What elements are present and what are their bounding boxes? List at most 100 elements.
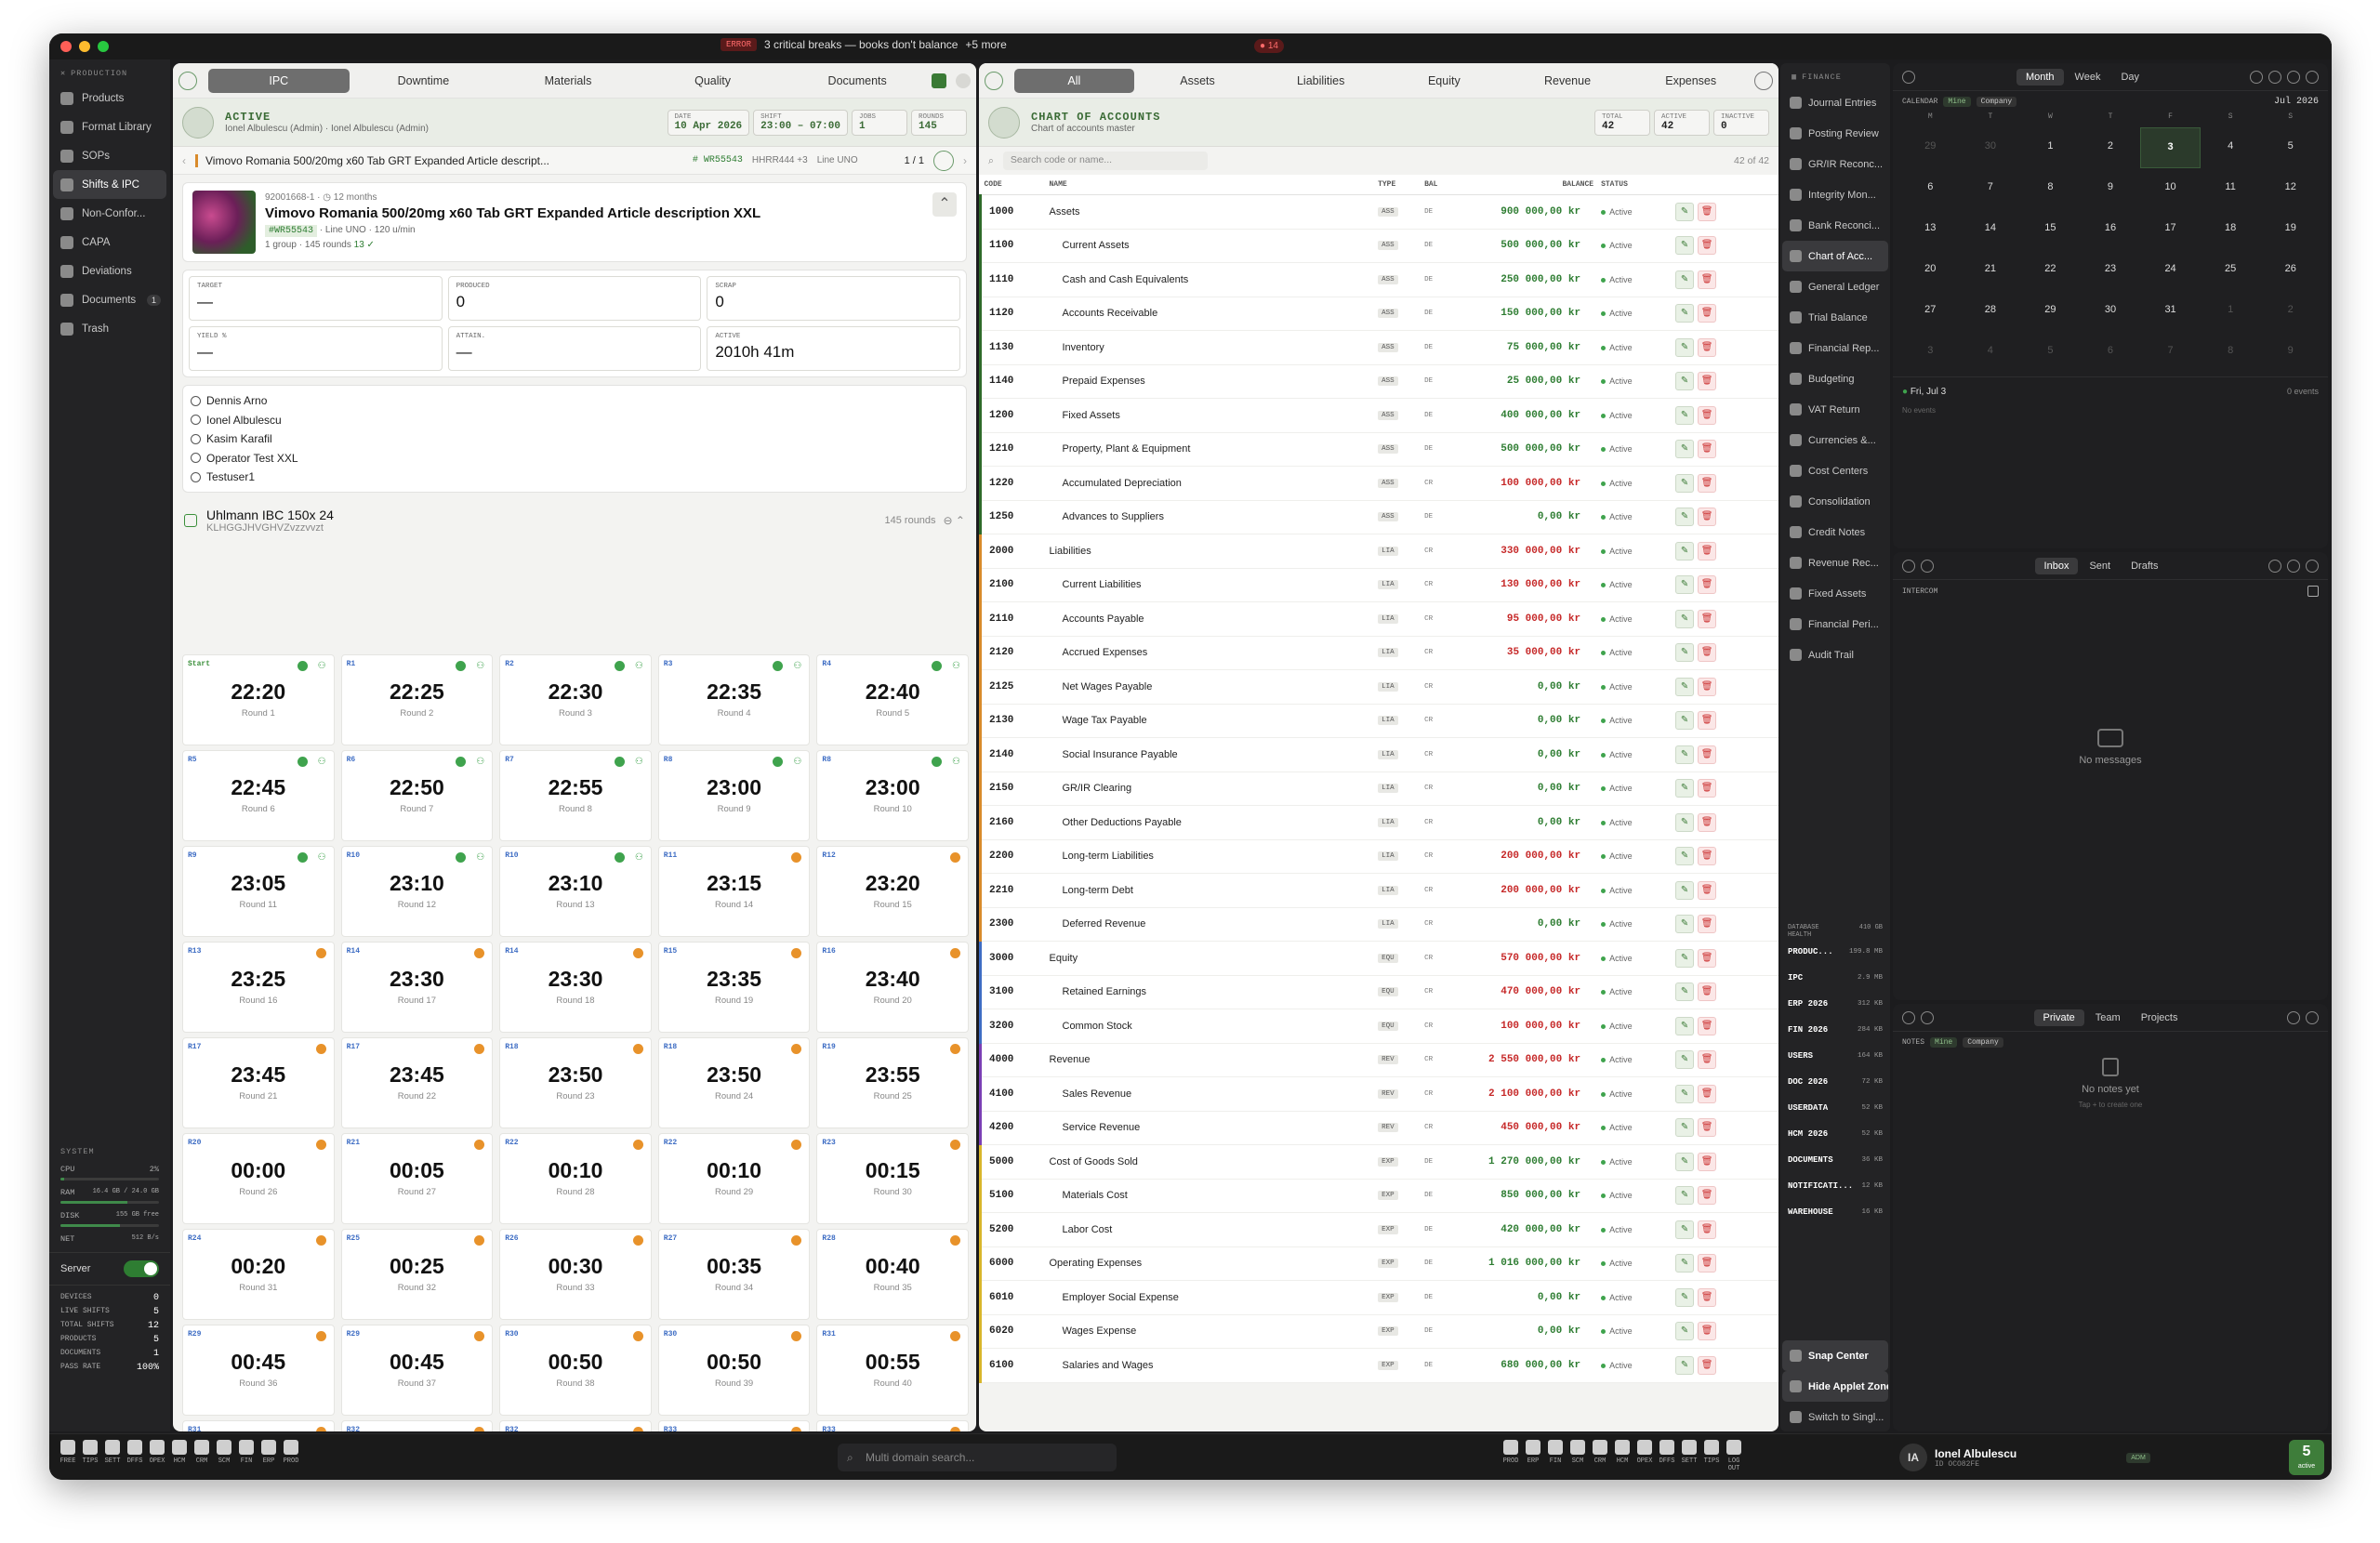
- tab-documents[interactable]: Documents: [787, 69, 928, 93]
- calendar-day[interactable]: 13: [1900, 209, 1961, 250]
- edit-icon[interactable]: ✎: [1675, 304, 1695, 323]
- edit-icon[interactable]: ✎: [1675, 1254, 1695, 1273]
- dock-item-log-out[interactable]: LOG OUT: [1721, 1440, 1747, 1472]
- table-row[interactable]: 1210 Property, Plant & Equipment ASS DE 500 …: [979, 432, 1778, 467]
- round-cell[interactable]: R24 00:20 Round 31: [182, 1229, 335, 1320]
- round-cell[interactable]: R22 00:10 Round 29: [657, 1133, 811, 1224]
- round-cell[interactable]: R3301:05Round 45: [816, 1420, 969, 1431]
- round-cell[interactable]: R16 23:40 Round 20: [816, 942, 969, 1033]
- delete-icon[interactable]: 🗑: [1698, 508, 1717, 527]
- calendar-day[interactable]: 6: [2081, 332, 2141, 373]
- round-cell[interactable]: R1 ⚇ 22:25 Round 2: [340, 654, 494, 745]
- delete-icon[interactable]: 🗑: [1698, 1220, 1717, 1239]
- table-row[interactable]: 6100 Salaries and Wages EXP DE 680 000,00 kr…: [979, 1348, 1778, 1383]
- delete-icon[interactable]: 🗑: [1698, 1186, 1717, 1206]
- round-cell[interactable]: R18 23:50 Round 24: [657, 1037, 811, 1128]
- round-cell[interactable]: R7 ⚇ 22:55 Round 8: [499, 750, 652, 841]
- table-row[interactable]: 6000 Operating Expenses EXP DE 1 016 000,00 …: [979, 1246, 1778, 1281]
- round-cell[interactable]: R29 00:45 Round 37: [340, 1325, 494, 1416]
- excel-icon[interactable]: [932, 73, 946, 88]
- sidebar-action-1[interactable]: Hide Applet Zone: [1782, 1371, 1888, 1402]
- calendar-day[interactable]: 3: [2140, 127, 2201, 168]
- edit-icon[interactable]: ✎: [1675, 1152, 1695, 1171]
- edit-icon[interactable]: ✎: [1675, 643, 1695, 663]
- calendar-day[interactable]: 14: [1961, 209, 2021, 250]
- more-icon[interactable]: [2306, 559, 2319, 573]
- calendar-day[interactable]: 7: [1961, 168, 2021, 209]
- calendar-day[interactable]: 6: [1900, 168, 1961, 209]
- round-cell[interactable]: R3100:55Round 41: [182, 1420, 335, 1431]
- prev-arrow-icon[interactable]: ‹: [182, 154, 186, 167]
- calendar-day[interactable]: 10: [2140, 168, 2201, 209]
- sidebar-item-0[interactable]: Products: [53, 84, 166, 112]
- round-cell[interactable]: R20 00:00 Round 26: [182, 1133, 335, 1224]
- round-cell[interactable]: R27 00:35 Round 34: [657, 1229, 811, 1320]
- view-private[interactable]: Private: [2033, 1009, 2084, 1026]
- calendar-day[interactable]: 11: [2201, 168, 2261, 209]
- table-row[interactable]: 6010 Employer Social Expense EXP DE 0,00 kr A…: [979, 1280, 1778, 1315]
- delete-icon[interactable]: 🗑: [1698, 575, 1717, 595]
- finance-item-1[interactable]: Posting Review: [1782, 118, 1888, 149]
- calendar-day[interactable]: 9: [2081, 168, 2141, 209]
- edit-icon[interactable]: ✎: [1675, 711, 1695, 731]
- delete-icon[interactable]: 🗑: [1698, 609, 1717, 628]
- lock-icon[interactable]: [933, 150, 954, 171]
- tab-downtime[interactable]: Downtime: [353, 69, 495, 93]
- calendar-day[interactable]: 16: [2081, 209, 2141, 250]
- delete-icon[interactable]: 🗑: [1698, 677, 1717, 696]
- table-row[interactable]: 4100 Sales Revenue REV CR 2 100 000,00 kr Act…: [979, 1076, 1778, 1112]
- sidebar-item-6[interactable]: Deviations: [53, 257, 166, 285]
- table-row[interactable]: 6020 Wages Expense EXP DE 0,00 kr Active ✎ 🗑: [979, 1314, 1778, 1349]
- calendar-day[interactable]: 29: [1900, 127, 1961, 168]
- edit-icon[interactable]: ✎: [1675, 677, 1695, 696]
- calendar-day[interactable]: 7: [2140, 332, 2201, 373]
- delete-icon[interactable]: 🗑: [1698, 1152, 1717, 1171]
- calendar-day[interactable]: 29: [2020, 291, 2081, 332]
- calendar-day[interactable]: 15: [2020, 209, 2081, 250]
- calendar-day[interactable]: 27: [1900, 291, 1961, 332]
- calendar-day[interactable]: 19: [2260, 209, 2320, 250]
- delete-icon[interactable]: 🗑: [1698, 202, 1717, 221]
- table-row[interactable]: 1130 Inventory ASS DE 75 000,00 kr Active ✎ 🗑: [979, 330, 1778, 365]
- round-cell[interactable]: R14 23:30 Round 18: [499, 942, 652, 1033]
- error-alert[interactable]: ERROR 3 critical breaks — books don't ba…: [721, 38, 1007, 51]
- next-month-icon[interactable]: [2268, 70, 2281, 84]
- table-row[interactable]: 4200 Service Revenue REV CR 450 000,00 kr Act…: [979, 1111, 1778, 1145]
- table-row[interactable]: 2125 Net Wages Payable LIA CR 0,00 kr Active ✎…: [979, 669, 1778, 705]
- edit-icon[interactable]: ✎: [1675, 915, 1695, 934]
- table-row[interactable]: 2210 Long-term Debt LIA CR 200 000,00 kr Acti…: [979, 873, 1778, 908]
- round-cell[interactable]: R11 23:15 Round 14: [657, 846, 811, 937]
- edit-icon[interactable]: ✎: [1675, 1016, 1695, 1035]
- edit-icon[interactable]: ✎: [1675, 236, 1695, 256]
- edit-icon[interactable]: ✎: [1675, 405, 1695, 425]
- edit-icon[interactable]: ✎: [1675, 1050, 1695, 1070]
- coa-search-input[interactable]: Search code or name...: [1002, 152, 1208, 170]
- table-row[interactable]: 3200 Common Stock EQU CR 100 000,00 kr Active…: [979, 1009, 1778, 1044]
- delete-icon[interactable]: 🗑: [1698, 847, 1717, 866]
- table-row[interactable]: 1140 Prepaid Expenses ASS DE 25 000,00 kr Act…: [979, 364, 1778, 399]
- edit-icon[interactable]: ✎: [1675, 745, 1695, 764]
- calendar-day[interactable]: 5: [2260, 127, 2320, 168]
- view-day[interactable]: Day: [2111, 69, 2149, 86]
- table-row[interactable]: 2000 Liabilities LIA CR 330 000,00 kr Active ✎…: [979, 534, 1778, 569]
- notes-filter-company[interactable]: Company: [1963, 1037, 2003, 1048]
- calendar-day[interactable]: 25: [2201, 250, 2261, 291]
- calendar-day[interactable]: 1: [2201, 291, 2261, 332]
- tab-assets[interactable]: Assets: [1138, 69, 1258, 93]
- close-window-button[interactable]: [60, 41, 72, 52]
- collapse-icon[interactable]: ⌃: [932, 192, 957, 217]
- finance-item-10[interactable]: VAT Return: [1782, 394, 1888, 425]
- download-icon[interactable]: [1921, 1010, 1934, 1024]
- calendar-day[interactable]: 4: [2201, 127, 2261, 168]
- calendar-day[interactable]: 9: [2260, 332, 2320, 373]
- table-row[interactable]: 5000 Cost of Goods Sold EXP DE 1 270 000,00 …: [979, 1144, 1778, 1180]
- calendar-day[interactable]: 2: [2260, 291, 2320, 332]
- dock-item-prod[interactable]: PROD: [278, 1440, 304, 1465]
- delete-icon[interactable]: 🗑: [1698, 1287, 1717, 1307]
- round-cell[interactable]: R31 00:55 Round 40: [816, 1325, 969, 1416]
- calendar-day[interactable]: 28: [1961, 291, 2021, 332]
- finance-item-8[interactable]: Financial Rep...: [1782, 333, 1888, 363]
- edit-icon[interactable]: ✎: [1675, 337, 1695, 357]
- round-cell[interactable]: R3301:05Round 44: [657, 1420, 811, 1431]
- calendar-day[interactable]: 8: [2020, 168, 2081, 209]
